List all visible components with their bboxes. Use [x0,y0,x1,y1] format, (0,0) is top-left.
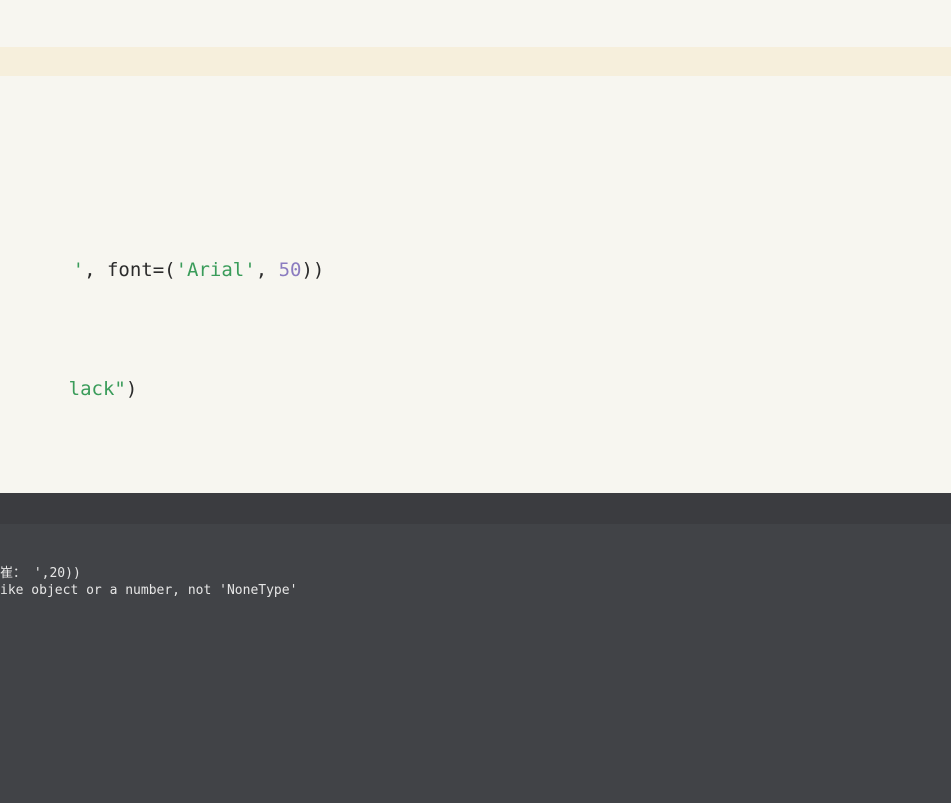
code-token: lack" [68,378,126,400]
code-token: ' [72,259,85,281]
console-panel[interactable]: 崔： ',20)) ike object or a number, not 'N… [0,493,951,803]
code-token: 50 [278,259,302,281]
code-editor[interactable]: ', font=('Arial', 50)) lack") [0,0,951,493]
code-token: , [255,259,279,281]
console-error-line: ike object or a number, not 'NoneType' [0,583,298,598]
code-line-font-call[interactable]: ', font=('Arial', 50)) [4,228,325,281]
code-token: )) [301,259,325,281]
console-header-bar [0,493,951,524]
code-token: 'Arial' [175,259,256,281]
console-output-line: 崔： ',20)) [0,566,81,581]
active-line-highlight [0,47,951,76]
ide-window: ', font=('Arial', 50)) lack") 崔： ',20)) … [0,0,951,803]
code-token: ) [125,378,138,400]
code-token: , font=( [84,259,176,281]
code-line-color-arg[interactable]: lack") [0,347,138,400]
